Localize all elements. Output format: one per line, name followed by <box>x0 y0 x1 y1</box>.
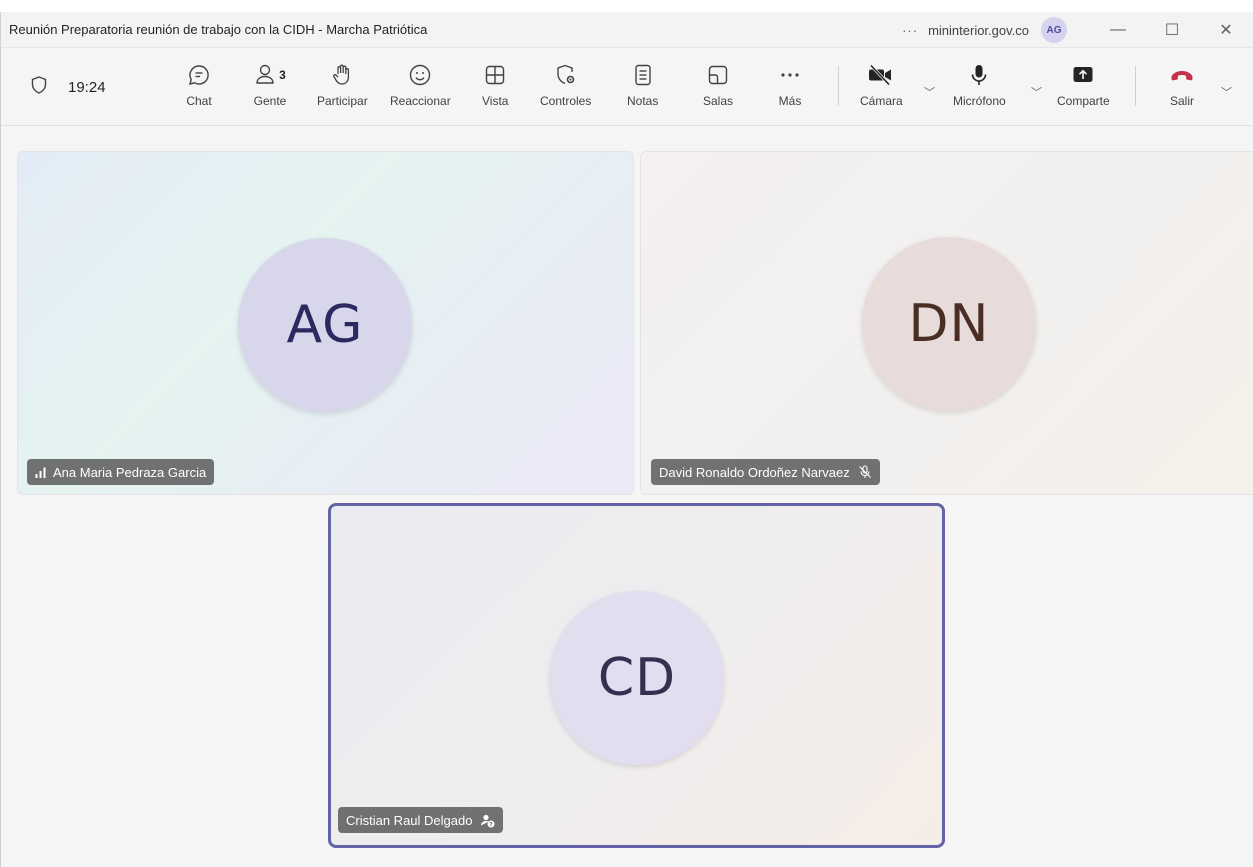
participant-avatar: AG <box>238 238 412 412</box>
teams-meeting-window: Reunión Preparatoria reunión de trabajo … <box>0 12 1253 867</box>
camera-button[interactable]: Cámara <box>860 62 903 118</box>
participant-tile[interactable]: DN David Ronaldo Ordoñez Narvaez <box>640 151 1253 495</box>
participant-name: David Ronaldo Ordoñez Narvaez <box>659 464 850 480</box>
react-button[interactable]: Reaccionar <box>390 62 451 118</box>
chat-label: Chat <box>186 94 212 108</box>
background-window <box>0 0 1253 12</box>
share-button[interactable]: Comparte <box>1057 62 1110 118</box>
close-button[interactable]: ✕ <box>1199 12 1253 48</box>
microphone-options-chevron-icon[interactable]: ﹀ <box>1031 84 1042 100</box>
maximize-button[interactable]: ☐ <box>1145 12 1199 48</box>
camera-off-icon <box>868 62 894 88</box>
participant-avatar: DN <box>862 237 1036 411</box>
people-icon: 3 <box>253 62 287 88</box>
participant-avatar: CD <box>550 591 724 765</box>
camera-options-chevron-icon[interactable]: ﹀ <box>924 84 935 100</box>
chat-icon <box>186 62 212 88</box>
participant-tile-active-speaker[interactable]: CD Cristian Raul Delgado ? <box>328 503 945 848</box>
window-title: Reunión Preparatoria reunión de trabajo … <box>9 22 428 37</box>
mic-off-icon <box>858 465 872 479</box>
react-label: Reaccionar <box>390 94 451 108</box>
leave-options-chevron-icon[interactable]: ﹀ <box>1221 84 1232 100</box>
microphone-label: Micrófono <box>953 94 1006 108</box>
rooms-label: Salas <box>703 94 734 108</box>
view-label: Vista <box>482 94 509 108</box>
meeting-toolbar: 19:24 Chat 3 Gente Participar Reaccionar… <box>1 48 1253 126</box>
people-label: Gente <box>253 94 287 108</box>
microphone-button[interactable]: Micrófono <box>953 62 1006 118</box>
more-label: Más <box>778 94 802 108</box>
participant-name-tag: Cristian Raul Delgado ? <box>338 807 504 833</box>
shield-icon[interactable] <box>31 76 47 94</box>
participant-name-tag: Ana Maria Pedraza Garcia <box>27 459 215 485</box>
signal-bars-icon <box>35 467 47 478</box>
svg-text:?: ? <box>490 822 493 828</box>
camera-label: Cámara <box>860 94 903 108</box>
microphone-icon <box>966 62 992 88</box>
participant-name: Cristian Raul Delgado <box>346 812 473 828</box>
participant-tile[interactable]: AG Ana Maria Pedraza Garcia <box>17 151 634 495</box>
more-options-icon[interactable]: ··· <box>902 23 918 38</box>
minimize-button[interactable]: — <box>1091 12 1145 48</box>
smiley-icon <box>407 62 433 88</box>
user-avatar[interactable]: AG <box>1041 17 1067 43</box>
controls-button[interactable]: Controles <box>540 62 591 118</box>
leave-label: Salir <box>1169 94 1194 108</box>
meeting-timer: 19:24 <box>68 79 106 96</box>
leave-button[interactable]: Salir <box>1169 62 1195 118</box>
notes-button[interactable]: Notas <box>627 62 658 118</box>
raise-hand-label: Participar <box>317 94 368 108</box>
shield-gear-icon <box>553 62 579 88</box>
toolbar-divider <box>838 66 839 106</box>
controls-label: Controles <box>540 94 592 108</box>
share-screen-icon <box>1070 62 1096 88</box>
view-button[interactable]: Vista <box>482 62 508 118</box>
toolbar-divider <box>1135 66 1136 106</box>
participant-name-tag: David Ronaldo Ordoñez Narvaez <box>651 459 880 485</box>
people-button[interactable]: 3 Gente <box>253 62 287 118</box>
more-button[interactable]: Más <box>777 62 803 118</box>
participant-name: Ana Maria Pedraza Garcia <box>53 464 207 480</box>
hang-up-icon <box>1169 62 1195 88</box>
breakout-rooms-icon <box>705 62 731 88</box>
grid-view-icon <box>482 62 508 88</box>
title-bar: Reunión Preparatoria reunión de trabajo … <box>1 12 1253 48</box>
rooms-button[interactable]: Salas <box>703 62 733 118</box>
meeting-stage: AG Ana Maria Pedraza Garcia DN David Ron… <box>1 127 1253 867</box>
guest-icon: ? <box>480 813 495 828</box>
raise-hand-button[interactable]: Participar <box>317 62 368 118</box>
people-count: 3 <box>279 68 286 82</box>
notes-label: Notas <box>627 94 659 108</box>
raise-hand-icon <box>329 62 355 88</box>
chat-button[interactable]: Chat <box>186 62 212 118</box>
notes-icon <box>630 62 656 88</box>
more-dots-icon <box>777 62 803 88</box>
org-domain: mininterior.gov.co <box>928 22 1029 38</box>
share-label: Comparte <box>1057 94 1110 108</box>
